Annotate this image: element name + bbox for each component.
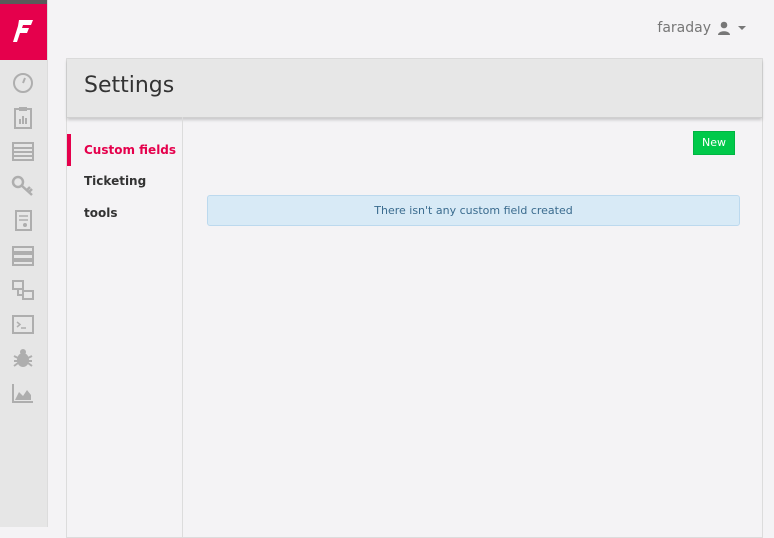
transfer-icon[interactable] [11, 278, 35, 302]
panel-header: Settings [67, 59, 762, 118]
empty-state-alert: There isn't any custom field created [207, 195, 740, 226]
username: faraday [657, 20, 711, 36]
page-title: Settings [84, 73, 175, 98]
left-sidebar [0, 0, 48, 527]
bug-icon[interactable] [11, 346, 35, 370]
server-stack-icon[interactable] [11, 243, 35, 267]
clipboard-chart-icon[interactable] [11, 105, 35, 129]
new-custom-field-button[interactable]: New [693, 131, 735, 155]
settings-subnav: Custom fields Ticketing tools [67, 117, 183, 537]
key-icon[interactable] [11, 174, 35, 198]
document-icon[interactable] [11, 208, 35, 232]
settings-content: New There isn't any custom field created [183, 117, 762, 537]
faraday-logo[interactable] [0, 0, 47, 60]
dashboard-gauge-icon[interactable] [11, 70, 35, 94]
subnav-item-ticketing-tools[interactable]: Ticketing tools [67, 165, 182, 220]
area-chart-icon[interactable] [11, 381, 35, 405]
user-menu[interactable]: faraday [657, 18, 746, 38]
subnav-item-custom-fields[interactable]: Custom fields [67, 134, 182, 166]
list-icon[interactable] [11, 139, 35, 163]
user-icon [717, 21, 731, 35]
terminal-icon[interactable] [11, 312, 35, 336]
chevron-down-icon [738, 26, 746, 30]
faraday-f-icon [13, 20, 33, 42]
settings-panel: Settings Custom fields Ticketing tools N… [66, 58, 763, 538]
